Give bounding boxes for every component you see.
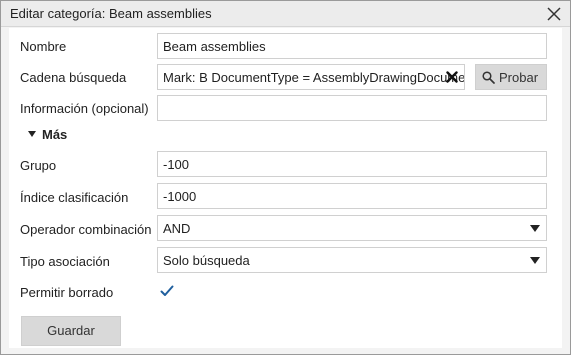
search-string-label: Cadena búsqueda [20, 70, 127, 85]
chevron-down-icon [530, 257, 540, 264]
allow-delete-label: Permitir borrado [20, 285, 114, 300]
sort-index-field[interactable]: -1000 [157, 183, 547, 209]
test-button-label: Probar [499, 70, 539, 85]
info-field[interactable] [157, 95, 547, 121]
close-icon [547, 7, 561, 21]
combine-operator-select[interactable]: AND [157, 215, 547, 241]
combine-operator-label: Operador combinación [20, 222, 152, 237]
association-type-value: Solo búsqueda [163, 253, 250, 268]
info-label: Información (opcional) [20, 101, 149, 116]
form-panel: Nombre Beam assemblies Cadena búsqueda M… [9, 28, 562, 348]
dialog-title: Editar categoría: Beam assemblies [10, 6, 212, 21]
save-button-label: Guardar [47, 323, 95, 338]
more-section-label: Más [42, 127, 68, 142]
more-section-toggle[interactable]: Más [28, 127, 67, 142]
combine-operator-value: AND [163, 221, 191, 236]
group-field[interactable]: -100 [157, 151, 547, 177]
triangle-down-icon [28, 131, 36, 137]
test-button[interactable]: Probar [475, 64, 547, 90]
checkmark-icon [160, 285, 174, 296]
allow-delete-checkbox[interactable] [159, 283, 175, 299]
name-label: Nombre [20, 39, 67, 54]
search-icon [482, 71, 495, 84]
chevron-down-icon [530, 225, 540, 232]
sort-index-value: -1000 [163, 189, 197, 204]
close-button[interactable] [544, 4, 564, 24]
search-string-field[interactable]: Mark: B DocumentType = AssemblyDrawingDo… [157, 64, 465, 90]
association-type-label: Tipo asociación [20, 254, 110, 269]
clear-x-icon[interactable] [446, 71, 458, 83]
name-value: Beam assemblies [163, 39, 266, 54]
association-type-select[interactable]: Solo búsqueda [157, 247, 547, 273]
name-field[interactable]: Beam assemblies [157, 33, 547, 59]
sort-index-label: Índice clasificación [20, 190, 129, 205]
title-bar: Editar categoría: Beam assemblies [1, 1, 570, 27]
group-value: -100 [163, 157, 190, 172]
search-string-value: Mark: B DocumentType = AssemblyDrawingDo… [163, 70, 465, 85]
save-button[interactable]: Guardar [21, 316, 121, 346]
group-label: Grupo [20, 158, 57, 173]
edit-category-dialog: Editar categoría: Beam assemblies Nombre… [0, 0, 571, 355]
